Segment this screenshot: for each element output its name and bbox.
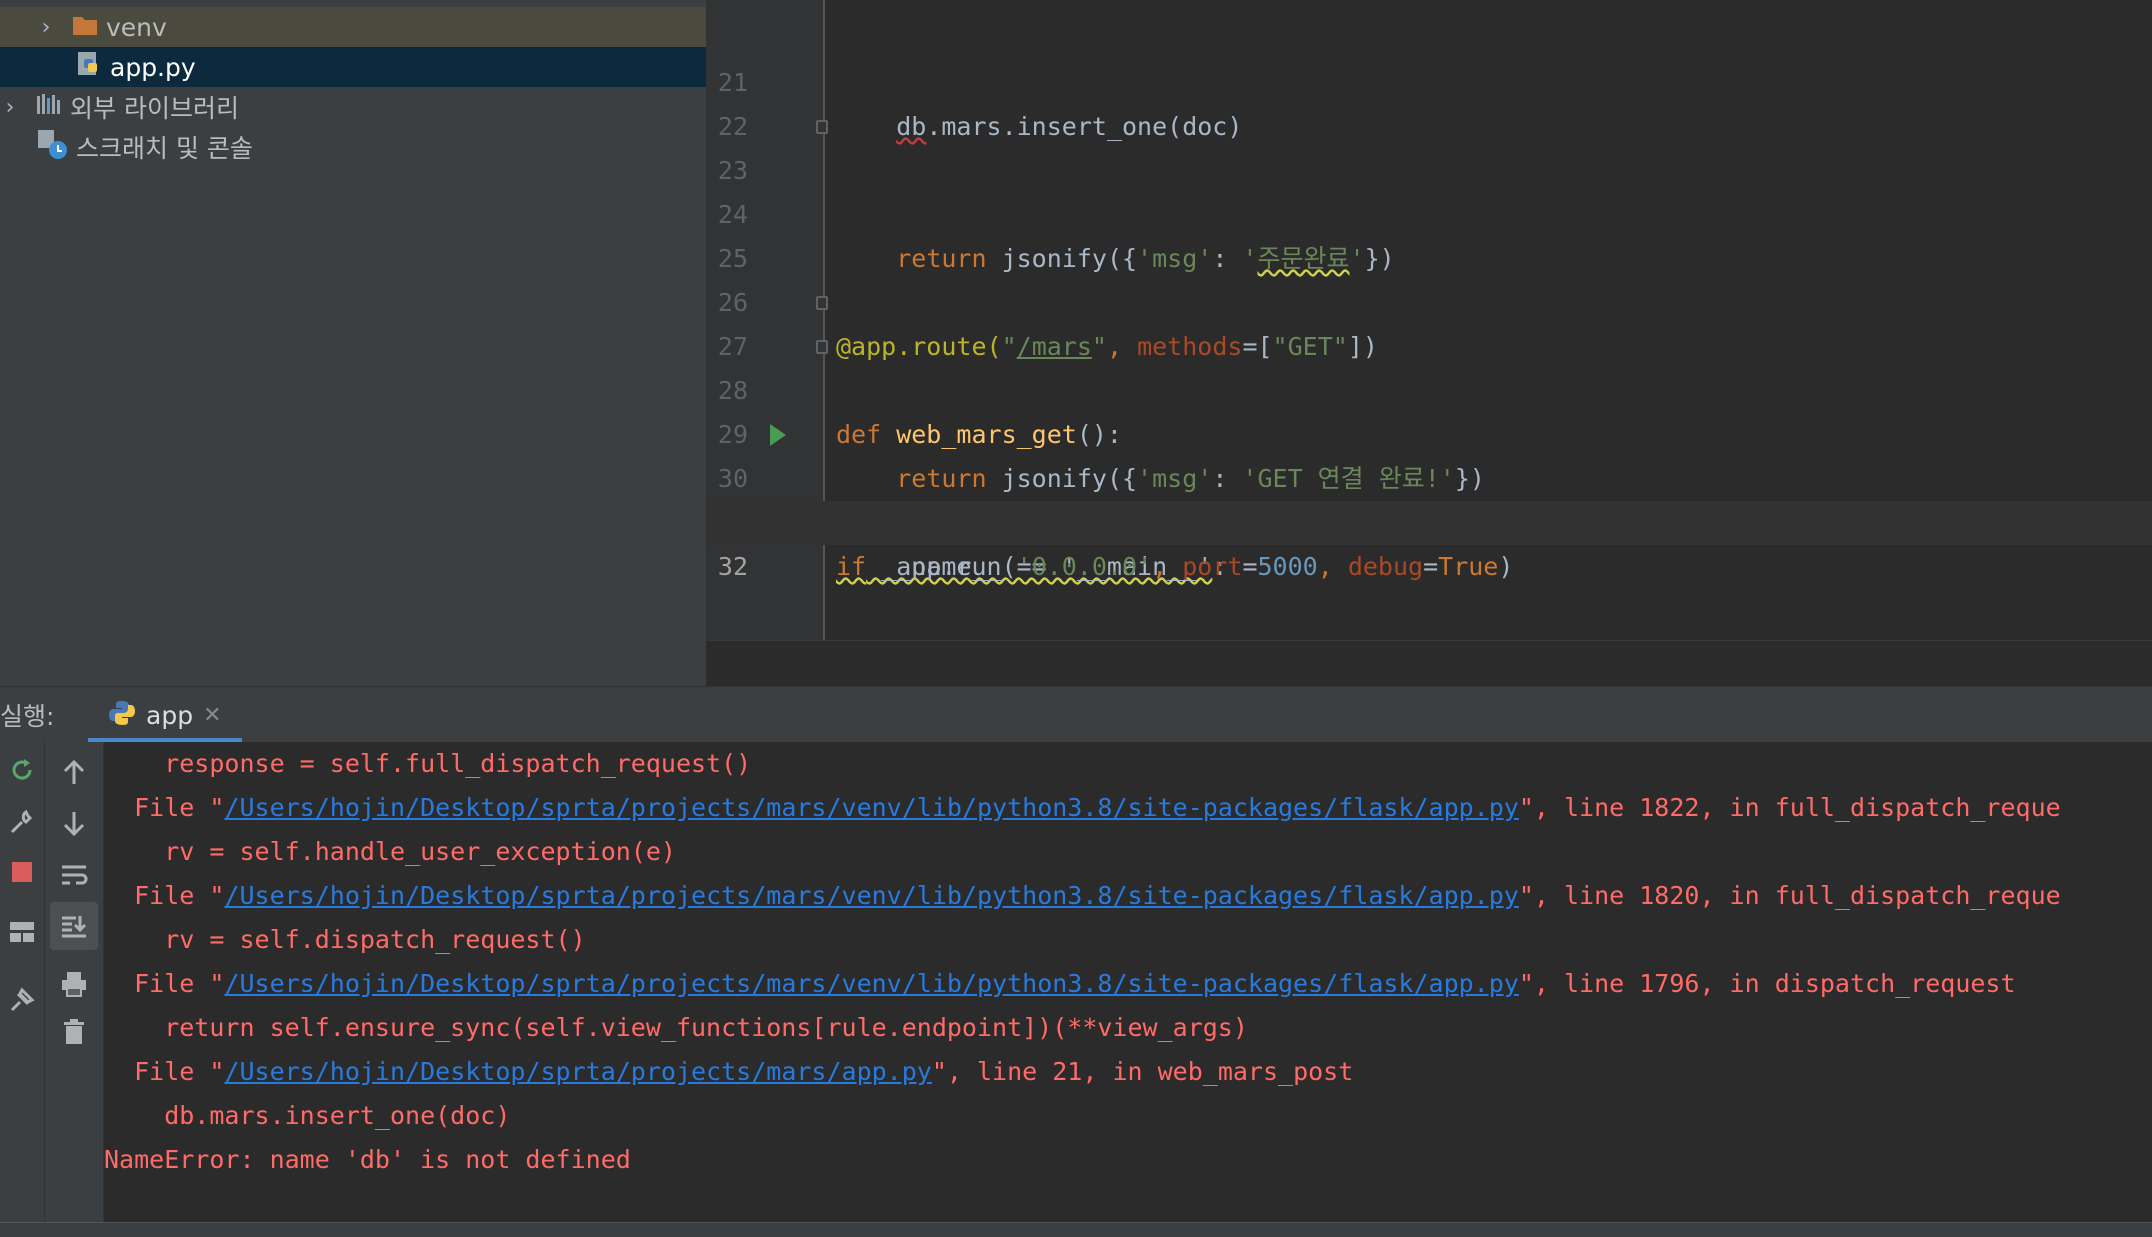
tree-item-label: venv [106,12,167,42]
run-toolbar-primary [0,742,45,1222]
console-line: response = self.full_dispatch_request() [104,742,751,786]
console-line: File "/Users/hojin/Desktop/sprta/project… [104,786,2061,830]
run-gutter-icon[interactable] [770,424,786,446]
tree-item-label: 스크래치 및 콘솔 [76,134,253,163]
console-error-line: NameError: name 'db' is not defined [104,1138,631,1182]
print-icon[interactable] [54,964,94,1004]
folder-icon [72,13,98,42]
line-number: 32 [717,552,748,581]
code-line[interactable]: 25 [706,193,2152,273]
console-text: return self.ensure_sync(self.view_functi… [104,1013,1248,1042]
code-token: 5000 [1257,552,1318,581]
console-text: response = self.full_dispatch_request() [104,749,752,778]
tree-item-label: 외부 라이브러리 [70,94,239,123]
console-text: File " [104,1057,225,1086]
run-tab-app[interactable]: app ✕ [88,687,242,743]
wrench-icon[interactable] [2,802,42,842]
code-line[interactable]: 26 @app.route("/mars", methods=["GET"]) [706,237,2152,361]
run-console-output[interactable]: response = self.full_dispatch_request() … [104,742,2152,1222]
console-line: rv = self.handle_user_exception(e) [104,830,676,874]
code-token: app.run( [896,552,1017,581]
fold-marker-icon[interactable] [816,120,828,134]
console-text: ", line 21, in web_mars_post [931,1057,1354,1086]
console-text: rv = self.handle_user_exception(e) [104,837,676,866]
code-line[interactable]: 31 app.run('0.0.0.0', port=5000, debug=T… [706,457,2152,581]
code-editor[interactable]: 21 db.mars.insert_one(doc) 22 23 return … [706,0,2152,686]
code-token: , [1317,552,1348,581]
code-line[interactable]: 27 def web_mars_get(): [706,281,2152,449]
console-text: ", line 1820, in full_dispatch_reque [1518,881,2061,910]
code-token: = [1423,552,1439,581]
code-line[interactable]: 24 [706,149,2152,229]
trash-icon[interactable] [54,1012,94,1052]
soft-wrap-icon[interactable] [54,856,94,896]
run-label: 실행: [0,702,55,731]
console-line: File "/Users/hojin/Desktop/sprta/project… [104,1050,1353,1094]
close-icon[interactable]: ✕ [203,703,221,728]
code-line[interactable]: 30 if __name__ == '__main__': [706,413,2152,581]
scratch-icon [36,128,68,166]
arrow-down-icon[interactable] [54,804,94,844]
file-link[interactable]: /Users/hojin/Desktop/sprta/projects/mars… [224,881,1518,910]
code-line[interactable]: 21 db.mars.insert_one(doc) [706,17,2152,141]
layout-icon[interactable] [2,912,42,952]
fold-marker-icon[interactable] [816,296,828,310]
file-link[interactable]: /Users/hojin/Desktop/sprta/projects/mars… [224,969,1518,998]
code-token: ) [1498,552,1514,581]
code-line-current[interactable]: 32 [706,501,2152,581]
file-link[interactable]: /Users/hojin/Desktop/sprta/projects/mars… [224,1057,931,1086]
code-token: '0.0.0.0' [1016,552,1153,581]
console-text: db.mars.insert_one(doc) [104,1101,511,1130]
console-line: return self.ensure_sync(self.view_functi… [104,1006,1248,1050]
rerun-icon[interactable] [2,750,42,790]
code-line[interactable]: 22 [706,61,2152,141]
code-line[interactable]: 29 [706,369,2152,449]
console-text: File " [104,969,225,998]
code-token: = [1242,552,1258,581]
stop-icon[interactable] [2,852,42,892]
arrow-up-icon[interactable] [54,752,94,792]
run-toolbar-secondary [45,742,104,1222]
pin-icon[interactable] [2,980,42,1020]
console-line: File "/Users/hojin/Desktop/sprta/project… [104,962,2016,1006]
project-tree-panel: › venv app.py › 외부 라이브러리 스크래치 및 콘솔 [0,0,706,686]
console-text: File " [104,793,225,822]
code-token: port [1182,552,1243,581]
code-line[interactable]: 23 return jsonify({'msg': '주문완료'}) [706,105,2152,273]
status-bar [0,1222,2152,1237]
console-text: ", line 1796, in dispatch_request [1518,969,2016,998]
file-link[interactable]: /Users/hojin/Desktop/sprta/projects/mars… [224,793,1518,822]
code-line[interactable]: 28 return jsonify({'msg': 'GET 연결 완료!'}) [706,325,2152,493]
chevron-right-icon[interactable]: › [0,95,20,120]
console-text: rv = self.dispatch_request() [104,925,586,954]
code-text: app.run('0.0.0.0', port=5000, debug=True… [836,545,1513,589]
console-line: db.mars.insert_one(doc) [104,1094,510,1138]
code-token: True [1438,552,1499,581]
console-line: rv = self.dispatch_request() [104,918,586,962]
fold-marker-icon[interactable] [816,340,828,354]
console-line: File "/Users/hojin/Desktop/sprta/project… [104,874,2061,918]
console-text: File " [104,881,225,910]
tree-item-scratches[interactable]: 스크래치 및 콘솔 [0,127,706,167]
run-tab-label: app [146,700,194,730]
editor-footer [706,640,2152,686]
tree-item-app-py[interactable]: app.py [0,47,706,87]
chevron-right-icon[interactable]: › [36,15,56,40]
tree-item-venv[interactable]: › venv [0,7,706,47]
console-text: NameError: name 'db' is not defined [104,1145,631,1174]
scroll-to-end-icon[interactable] [50,902,98,950]
run-panel-header: 실행: app ✕ [0,686,2152,743]
console-text: ", line 1822, in full_dispatch_reque [1518,793,2061,822]
code-token: debug [1347,552,1424,581]
code-token: , [1152,552,1183,581]
tree-item-label: app.py [110,52,196,82]
python-icon [108,699,136,731]
library-icon [36,92,62,122]
tree-item-external-libraries[interactable]: › 외부 라이브러리 [0,87,706,127]
python-file-icon [76,51,102,83]
